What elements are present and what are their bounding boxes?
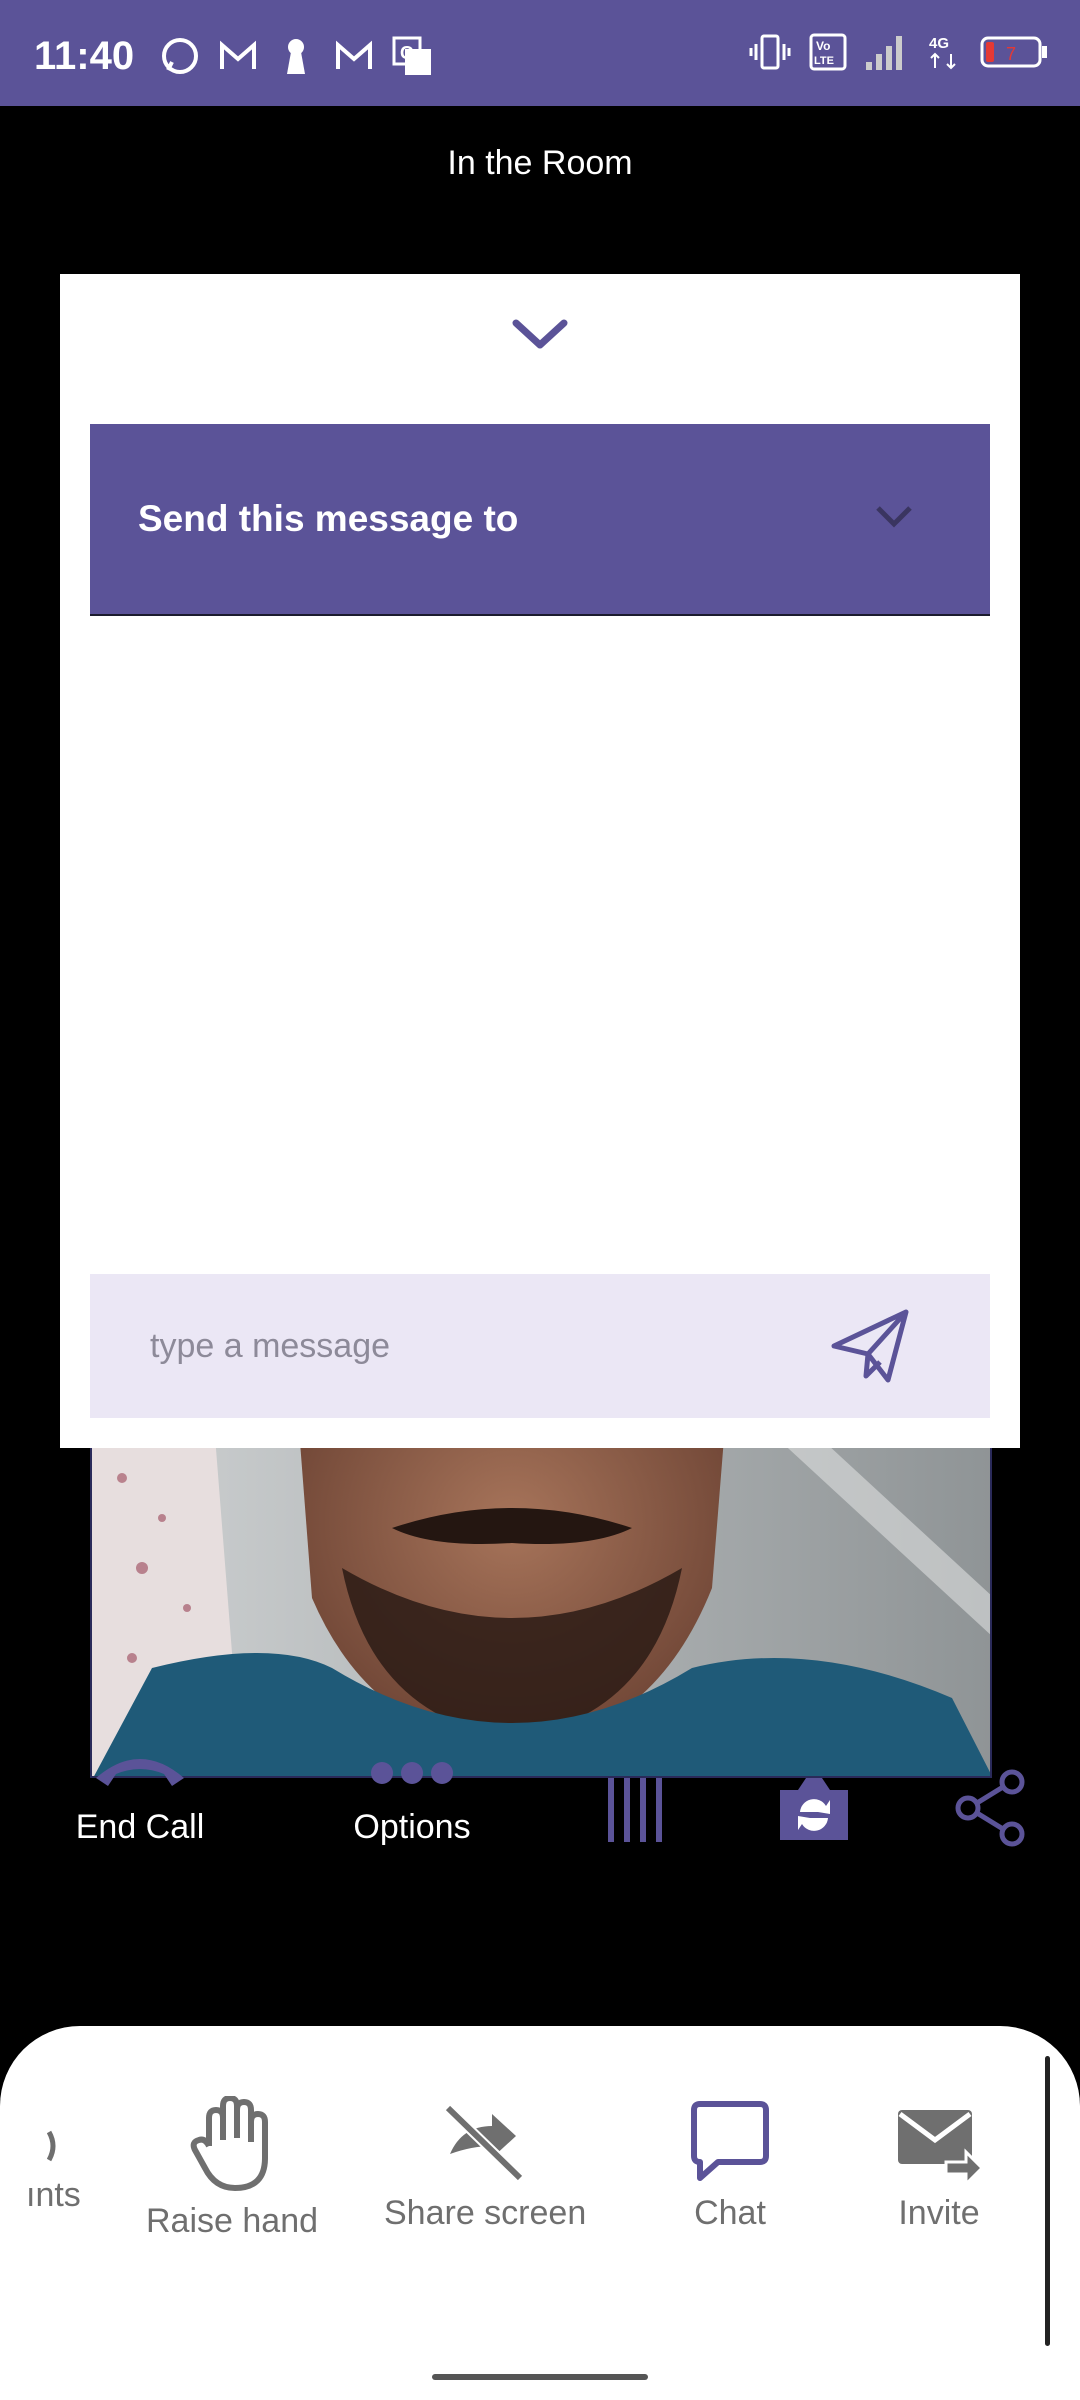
share-screen-off-icon (444, 2104, 524, 2182)
vibrate-icon (748, 30, 792, 74)
collapse-chat-button[interactable] (500, 310, 580, 360)
call-stage: In the Room Send this message to type a … (0, 106, 1080, 2026)
chat-label: Chat (694, 2194, 766, 2232)
more-dots-icon (371, 1762, 453, 1784)
chevron-down-icon (874, 502, 914, 535)
raise-hand-icon (190, 2096, 268, 2191)
participants-button[interactable]: ınts (26, 2126, 81, 2215)
share-icon (955, 1769, 1025, 1847)
gmail-icon (332, 34, 376, 78)
chat-bubble-icon (691, 2101, 769, 2181)
battery-level: 7 (1006, 44, 1016, 64)
translate-icon: G (390, 34, 434, 78)
send-button[interactable] (830, 1306, 910, 1386)
switch-camera-icon (780, 1778, 848, 1840)
participants-label: ınts (26, 2176, 81, 2214)
invite-mail-icon (898, 2110, 984, 2184)
end-call-label: End Call (75, 1808, 205, 1846)
status-time: 11:40 (34, 34, 135, 78)
message-composer (90, 1274, 990, 1418)
svg-text:G: G (400, 43, 414, 63)
raise-hand-button[interactable]: Raise hand (146, 2096, 318, 2241)
home-indicator[interactable] (432, 2374, 648, 2380)
phone-hangup-icon (96, 1759, 184, 1786)
system-icons: Vo LTE 4G 7 (748, 30, 1050, 74)
share-button[interactable] (952, 1768, 1028, 1848)
chat-panel: Send this message to (60, 274, 1020, 1448)
battery-icon: 7 (980, 30, 1050, 74)
gmail-icon (216, 34, 260, 78)
more-options-sheet: ınts Raise hand Share screen Chat Invite (0, 2026, 1080, 2400)
keyhole-icon (274, 34, 318, 78)
chevron-down-icon (512, 319, 568, 349)
switch-camera-button[interactable] (774, 1770, 854, 1846)
4g-icon: 4G (922, 30, 966, 74)
scrollbar[interactable] (1045, 2056, 1050, 2346)
participants-icon-partial (47, 2130, 56, 2162)
layout-button[interactable] (604, 1774, 670, 1846)
call-controls: End Call Options (0, 1748, 1080, 1978)
room-title: In the Room (447, 144, 633, 182)
status-bar: 11:40 G Vo LTE 4G 7 (0, 0, 1080, 106)
invite-label: Invite (898, 2194, 980, 2232)
svg-text:Vo: Vo (816, 39, 830, 53)
svg-text:LTE: LTE (814, 55, 834, 67)
options-label: Options (353, 1808, 471, 1846)
invite-button[interactable]: Invite (894, 2100, 984, 2233)
svg-text:4G: 4G (929, 35, 949, 52)
recipient-label: Send this message to (138, 498, 519, 539)
options-button[interactable]: Options (346, 1748, 478, 1847)
share-screen-label: Share screen (384, 2194, 587, 2232)
end-call-button[interactable]: End Call (74, 1748, 206, 1847)
grid-bars-icon (608, 1778, 662, 1842)
message-input[interactable] (120, 1304, 800, 1388)
raise-hand-label: Raise hand (146, 2202, 319, 2240)
signal-icon (864, 30, 908, 74)
send-icon (831, 1309, 909, 1383)
recipient-selector[interactable]: Send this message to (90, 424, 990, 616)
share-screen-button[interactable]: Share screen (384, 2100, 586, 2233)
chat-button[interactable]: Chat (688, 2100, 772, 2233)
notification-icons: G (158, 34, 434, 78)
whatsapp-icon (158, 34, 202, 78)
volte-icon: Vo LTE (806, 30, 850, 74)
